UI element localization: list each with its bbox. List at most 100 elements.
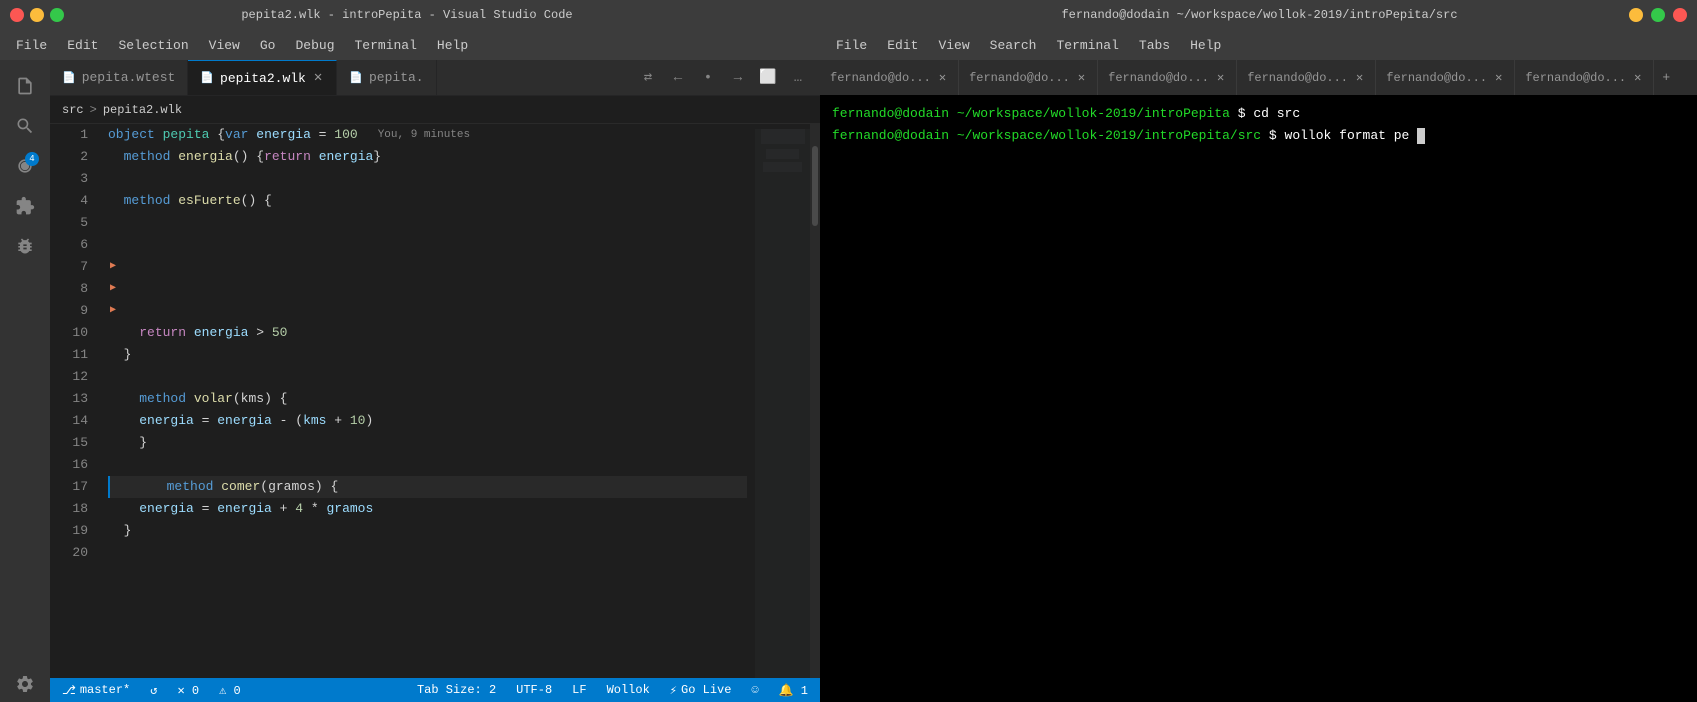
code-line-3 [108, 168, 747, 190]
terminal-prompt-sym-1: $ [1269, 128, 1277, 143]
breadcrumb-file[interactable]: pepita2.wlk [103, 103, 182, 117]
tab-layout-btn[interactable]: ⬜ [754, 64, 782, 92]
vscode-title: pepita2.wlk - introPepita - Visual Studi… [241, 8, 572, 22]
breadcrumb-src[interactable]: src [62, 103, 84, 117]
terminal-tab-5[interactable]: fernando@do... ✕ [1515, 60, 1654, 95]
terminal-content[interactable]: fernando@dodain ~/workspace/wollok-2019/… [820, 95, 1697, 702]
terminal-cmd-1: wollok format pe [1285, 128, 1410, 143]
terminal-close-btn[interactable] [1673, 8, 1687, 22]
minimap [755, 124, 810, 678]
code-line-13: method volar(kms) { [108, 388, 747, 410]
tab-icon-wtest: 📄 [62, 71, 76, 85]
tab-more-btn[interactable]: … [784, 64, 812, 92]
tab-pepita-wtest[interactable]: 📄 pepita.wtest [50, 60, 188, 95]
terminal-tab-close-0[interactable]: ✕ [937, 72, 948, 84]
tab-icon-wlk: 📄 [200, 71, 214, 85]
code-editor: 1 2 3 4 5 6 7 8 9 10 11 12 13 [50, 124, 820, 678]
terminal-tab-close-4[interactable]: ✕ [1493, 72, 1504, 84]
tab-close-pepita2[interactable]: ✕ [312, 71, 324, 85]
breadcrumb-sep1: > [90, 103, 97, 117]
line-numbers: 1 2 3 4 5 6 7 8 9 10 11 12 13 [50, 124, 100, 678]
terminal-tab-2[interactable]: fernando@do... ✕ [1098, 60, 1237, 95]
code-line-4: method esFuerte() { [108, 190, 747, 212]
terminal-tab-close-5[interactable]: ✕ [1632, 72, 1643, 84]
status-eol[interactable]: LF [568, 683, 590, 697]
tab-pepita-wlk[interactable]: 📄 pepita. [337, 60, 436, 95]
menu-file[interactable]: File [8, 34, 55, 57]
terminal-prompt-sym-0: $ [1238, 106, 1246, 121]
menu-selection[interactable]: Selection [110, 34, 196, 57]
terminal-prompt-user-1: fernando@dodain [832, 128, 949, 143]
activity-icon-source-control[interactable]: 4 [7, 148, 43, 184]
vscode-min-btn[interactable] [30, 8, 44, 22]
terminal-max-btn[interactable] [1651, 8, 1665, 22]
vscode-close-btn[interactable] [10, 8, 24, 22]
terminal-menu-search[interactable]: Search [982, 34, 1045, 57]
terminal-tab-close-2[interactable]: ✕ [1215, 72, 1226, 84]
activity-icon-debug[interactable] [7, 228, 43, 264]
terminal-panel: fernando@dodain ~/workspace/wollok-2019/… [820, 0, 1697, 702]
terminal-prompt-path-0: ~/workspace/wollok-2019/introPepita [957, 106, 1230, 121]
status-encoding[interactable]: UTF-8 [512, 683, 556, 697]
code-content[interactable]: object pepita {var energia = 100 You, 9 … [100, 124, 755, 678]
vscode-titlebar: pepita2.wlk - introPepita - Visual Studi… [0, 0, 820, 30]
terminal-menu-view[interactable]: View [930, 34, 977, 57]
activity-icon-settings[interactable] [7, 666, 43, 702]
terminal-prompt-path-1: ~/workspace/wollok-2019/introPepita/src [957, 128, 1261, 143]
code-line-1: object pepita {var energia = 100 You, 9 … [108, 124, 747, 146]
editor-area: 📄 pepita.wtest 📄 pepita2.wlk ✕ 📄 pepita. [50, 60, 820, 702]
menu-view[interactable]: View [201, 34, 248, 57]
status-errors[interactable]: ✕ 0 [173, 683, 203, 698]
code-line-14: energia = energia - (kms + 10) [108, 410, 747, 432]
terminal-tab-3[interactable]: fernando@do... ✕ [1237, 60, 1376, 95]
code-line-12 [108, 366, 747, 388]
status-sync[interactable]: ↺ [146, 683, 161, 698]
menu-debug[interactable]: Debug [287, 34, 342, 57]
menu-help[interactable]: Help [429, 34, 476, 57]
status-branch[interactable]: ⎇ master* [58, 683, 134, 698]
scrollbar-v[interactable] [810, 124, 820, 678]
tab-icon-pepita: 📄 [349, 71, 363, 85]
code-line-17: method comer(gramos) { [108, 476, 747, 498]
terminal-prompt-user-0: fernando@dodain [832, 106, 949, 121]
tab-split-btn[interactable]: ⇄ [634, 64, 662, 92]
status-warnings[interactable]: ⚠ 0 [215, 683, 245, 698]
terminal-tab-close-1[interactable]: ✕ [1076, 72, 1087, 84]
terminal-tab-close-3[interactable]: ✕ [1354, 72, 1365, 84]
code-line-18: energia = energia + 4 * gramos [108, 498, 747, 520]
terminal-tab-add[interactable]: + [1654, 60, 1678, 95]
terminal-tab-1[interactable]: fernando@do... ✕ [959, 60, 1098, 95]
scrollbar-thumb[interactable] [812, 146, 818, 226]
menu-edit[interactable]: Edit [59, 34, 106, 57]
terminal-menu-help[interactable]: Help [1182, 34, 1229, 57]
terminal-line-0: fernando@dodain ~/workspace/wollok-2019/… [832, 103, 1685, 125]
menu-go[interactable]: Go [252, 34, 284, 57]
terminal-cursor [1417, 128, 1425, 144]
status-language[interactable]: Wollok [603, 683, 654, 697]
tab-nav-dot-btn[interactable]: • [694, 64, 722, 92]
tab-actions: ⇄ ← • → ⬜ … [626, 60, 820, 95]
terminal-menu-terminal[interactable]: Terminal [1048, 34, 1126, 57]
terminal-cmd-0: cd src [1253, 106, 1300, 121]
status-smiley[interactable]: ☺ [747, 683, 762, 697]
terminal-tab-4[interactable]: fernando@do... ✕ [1376, 60, 1515, 95]
tab-pepita2-wlk[interactable]: 📄 pepita2.wlk ✕ [188, 60, 337, 95]
menu-terminal[interactable]: Terminal [347, 34, 425, 57]
status-bell[interactable]: 🔔 1 [775, 683, 812, 698]
terminal-tab-0[interactable]: fernando@do... ✕ [820, 60, 959, 95]
activity-icon-search[interactable] [7, 108, 43, 144]
tab-nav-fwd-btn[interactable]: → [724, 64, 752, 92]
status-golive[interactable]: ⚡ Go Live [666, 683, 736, 698]
activity-icon-extensions[interactable] [7, 188, 43, 224]
code-line-20 [108, 542, 747, 564]
terminal-menu-tabs[interactable]: Tabs [1131, 34, 1178, 57]
terminal-menu-edit[interactable]: Edit [879, 34, 926, 57]
activity-icon-files[interactable] [7, 68, 43, 104]
tab-nav-back-btn[interactable]: ← [664, 64, 692, 92]
terminal-titlebar: fernando@dodain ~/workspace/wollok-2019/… [820, 0, 1697, 30]
terminal-min-btn[interactable] [1629, 8, 1643, 22]
source-control-badge: 4 [25, 152, 39, 166]
vscode-max-btn[interactable] [50, 8, 64, 22]
terminal-menu-file[interactable]: File [828, 34, 875, 57]
status-tabsize[interactable]: Tab Size: 2 [413, 683, 500, 697]
